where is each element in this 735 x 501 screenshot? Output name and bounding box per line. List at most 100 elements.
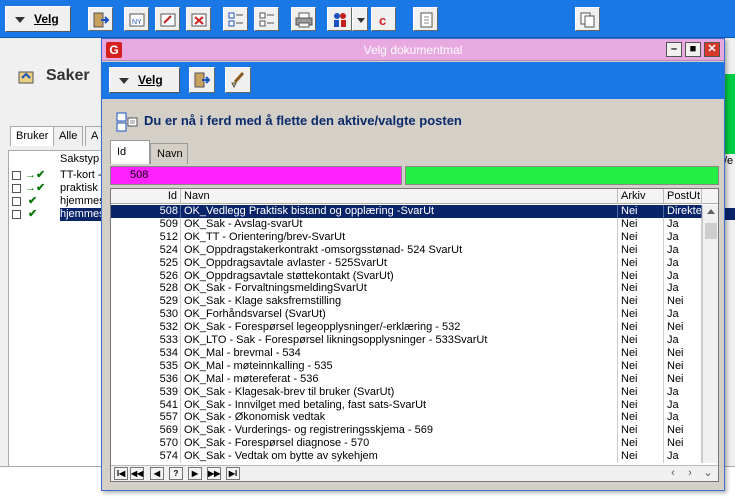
row-checkbox[interactable]	[12, 171, 21, 180]
delete-document-icon	[191, 13, 207, 27]
table-row[interactable]: 569 OK_Sak - Vurderings- og registrerings…	[111, 424, 702, 438]
copy-button[interactable]	[575, 7, 600, 31]
dropdown-arrow-button[interactable]	[352, 7, 368, 31]
column-header-navn[interactable]: Navn	[181, 189, 618, 204]
scroll-down-icon[interactable]: ⌄	[701, 467, 715, 480]
grid-footer: I◀ ◀◀ ◀ ? ▶ ▶▶ ▶I ‹ › ⌄	[111, 465, 718, 481]
table-row[interactable]: 526 OK_Oppdragsavtale støttekontakt (Svar…	[111, 269, 702, 283]
table-row[interactable]: 534 OK_Mal - brevmal - 534 Nei Nei	[111, 346, 702, 360]
scroll-up-icon[interactable]	[707, 209, 715, 214]
nav-first-button[interactable]: I◀	[114, 467, 128, 480]
tab-id[interactable]: Id	[110, 140, 150, 164]
table-row[interactable]: 524 OK_Oppdragstakerkontrakt -omsorgsstøn…	[111, 243, 702, 257]
column-header-id[interactable]: Id	[111, 189, 181, 204]
list-item[interactable]: ✔ hjemmes	[9, 195, 104, 208]
exit-button[interactable]	[88, 7, 113, 31]
dialog-velg-button[interactable]: Velg	[109, 67, 180, 93]
list-item[interactable]: →✔ TT-kort -	[9, 169, 104, 182]
table-row[interactable]: 529 OK_Sak - Klage saksfremstilling Nei Nei	[111, 295, 702, 309]
dialog-titlebar[interactable]: G Velg dokumentmal – ■ ✕	[102, 39, 724, 61]
nav-last-button[interactable]: ▶I	[226, 467, 240, 480]
column-header-postut[interactable]: PostUt	[664, 189, 702, 204]
svg-text:c: c	[379, 13, 386, 28]
column-header-arkiv[interactable]: Arkiv	[618, 189, 664, 204]
check-icon: →✔	[25, 182, 46, 194]
new-document-button[interactable]: NY	[124, 7, 149, 31]
table-row[interactable]: 574 OK_Sak - Vedtak om bytte av sykehjem N…	[111, 450, 702, 463]
tab-alle[interactable]: Alle	[53, 126, 84, 146]
row-checkbox[interactable]	[12, 197, 21, 206]
cell-navn: OK_Vedlegg Praktisk bistand og opplæring…	[181, 205, 618, 218]
id-filter-input[interactable]: 508	[110, 166, 402, 185]
list-header-label: Sakstyp	[60, 153, 100, 165]
cell-postut: Direkte	[664, 205, 702, 218]
table-row[interactable]: 512 OK_TT - Orientering/brev-SvarUt Nei Ja	[111, 230, 702, 244]
list-item[interactable]: →✔ praktisk	[9, 182, 104, 195]
table-row-selected[interactable]: 508 OK_Vedlegg Praktisk bistand og opplær…	[111, 205, 702, 218]
nav-next-page-button[interactable]: ▶▶	[207, 467, 221, 480]
cell-postut: Ja	[664, 308, 702, 322]
nav-search-button[interactable]: ?	[169, 467, 183, 480]
dialog-brush-button[interactable]	[225, 67, 251, 93]
nav-prev-page-button[interactable]: ◀◀	[130, 467, 144, 480]
minimize-button[interactable]: –	[666, 42, 682, 57]
nav-prev-button[interactable]: ◀	[150, 467, 164, 480]
delete-document-button[interactable]	[186, 7, 211, 31]
edit-document-button[interactable]	[155, 7, 180, 31]
maximize-button[interactable]: ■	[685, 42, 701, 57]
table-row[interactable]: 530 OK_Forhåndsvarsel (SvarUt) Nei Ja	[111, 308, 702, 322]
velg-menu-button[interactable]: Velg	[5, 6, 71, 32]
velg-label: Velg	[34, 12, 59, 26]
unchecked-list-button[interactable]	[254, 7, 279, 31]
table-row[interactable]: 532 OK_Sak - Forespørsel legeopplysninger…	[111, 321, 702, 335]
close-button[interactable]: ✕	[704, 42, 720, 57]
cell-navn: OK_Sak - Forespørsel legeopplysninger/-e…	[181, 321, 618, 335]
table-row[interactable]: 541 OK_Sak - Innvilget med betaling, fast…	[111, 398, 702, 412]
table-row[interactable]: 528 OK_Sak - ForvaltningsmeldingSvarUt Nei…	[111, 282, 702, 296]
cell-id: 532	[111, 321, 181, 335]
table-row[interactable]: 525 OK_Oppdragsavtale avlaster - 525SvarU…	[111, 256, 702, 270]
navn-filter-input[interactable]	[405, 166, 719, 185]
nav-next-button[interactable]: ▶	[188, 467, 202, 480]
cell-id: 533	[111, 334, 181, 347]
row-checkbox[interactable]	[12, 210, 21, 219]
scroll-left-icon[interactable]: ‹	[666, 467, 680, 480]
cell-postut: Ja	[664, 217, 702, 231]
brush-icon	[231, 72, 245, 89]
table-row[interactable]: 536 OK_Mal - møtereferat - 536 Nei Nei	[111, 372, 702, 386]
check-icon: ✔	[25, 208, 38, 220]
cell-navn: OK_Sak - Avslag-svarUt	[181, 217, 618, 231]
cell-navn: OK_Sak - Forespørsel diagnose - 570	[181, 437, 618, 451]
dialog-exit-button[interactable]	[189, 67, 215, 93]
checklist-button[interactable]	[223, 7, 248, 31]
tab-navn[interactable]: Navn	[150, 143, 188, 164]
table-row[interactable]: 557 OK_Sak - Økonomisk vedtak Nei Ja	[111, 411, 702, 425]
cell-arkiv: Nei	[618, 256, 664, 270]
cell-postut: Nei	[664, 424, 702, 438]
row-checkbox[interactable]	[12, 184, 21, 193]
c-button[interactable]: c	[371, 7, 396, 31]
maximize-icon: ■	[689, 43, 697, 55]
table-row[interactable]: 570 OK_Sak - Forespørsel diagnose - 570 Ne…	[111, 437, 702, 451]
scroll-thumb[interactable]	[705, 223, 717, 239]
grid-header: Id Navn Arkiv PostUt	[111, 189, 718, 204]
cell-arkiv: Nei	[618, 359, 664, 373]
table-row[interactable]: 535 OK_Mal - møteinnkalling - 535 Nei Nei	[111, 359, 702, 373]
table-row[interactable]: 539 OK_Sak - Klagesak-brev til bruker (Sv…	[111, 385, 702, 399]
cell-navn: OK_Sak - Klagesak-brev til bruker (SvarU…	[181, 385, 618, 399]
table-row[interactable]: 533 OK_LTO - Sak - Forespørsel likningsop…	[111, 334, 702, 347]
cell-navn: OK_Sak - Klage saksfremstilling	[181, 295, 618, 309]
scroll-right-icon[interactable]: ›	[683, 467, 697, 480]
print-button[interactable]	[291, 7, 316, 31]
cell-id: 569	[111, 424, 181, 438]
vertical-scrollbar[interactable]	[702, 205, 718, 463]
cell-arkiv: Nei	[618, 243, 664, 257]
cell-navn: OK_Oppdragsavtale støttekontakt (SvarUt)	[181, 269, 618, 283]
table-row[interactable]: 509 OK_Sak - Avslag-svarUt Nei Ja	[111, 217, 702, 231]
tab-bruker[interactable]: Bruker	[10, 126, 55, 146]
people-button[interactable]	[327, 7, 352, 31]
background-column-header: /e	[724, 155, 734, 167]
document-add-button[interactable]	[413, 7, 438, 31]
list-item-selected[interactable]: ✔ hjemmes	[9, 208, 104, 221]
cell-arkiv: Nei	[618, 424, 664, 438]
